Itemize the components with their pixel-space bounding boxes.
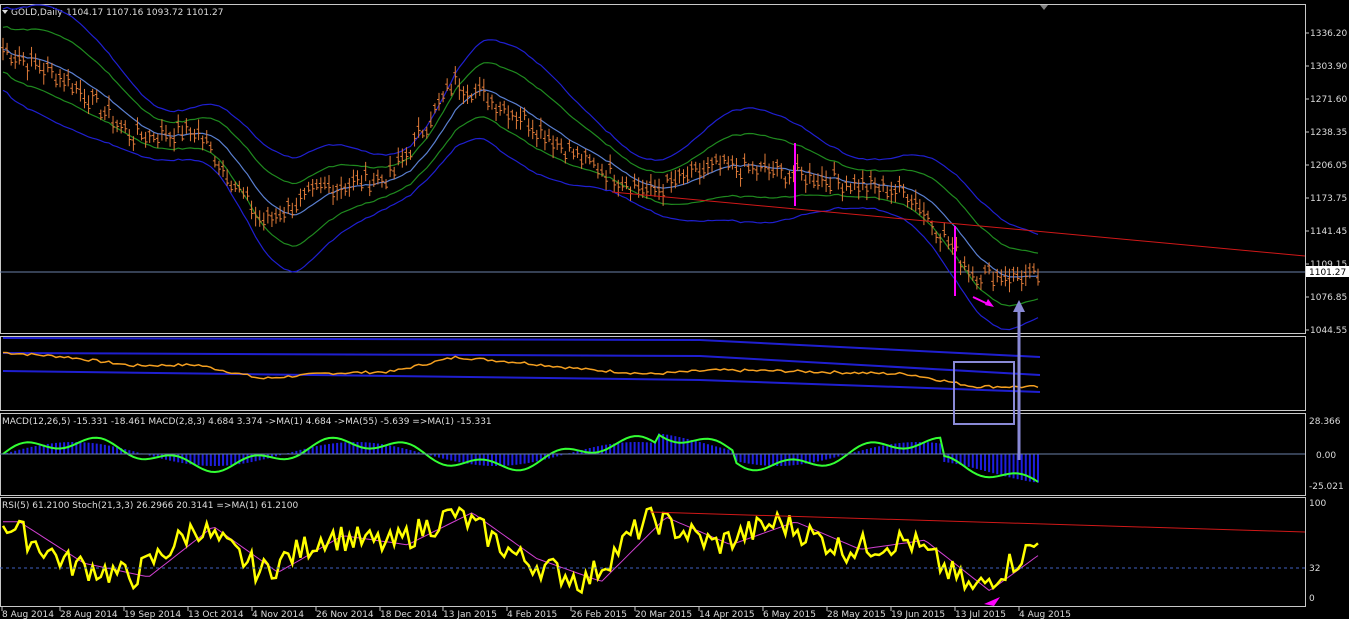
- time-label: 20 Mar 2015: [635, 610, 692, 619]
- trading-chart[interactable]: GOLD,Daily 1104.17 1107.16 1093.72 1101.…: [0, 0, 1349, 619]
- macd-tick-top: 28.366: [1309, 417, 1341, 427]
- price-tick-label: 1044.55: [1310, 326, 1347, 336]
- time-axis: 8 Aug 2014 28 Aug 2014 19 Sep 2014 13 Oct 2…: [1, 607, 1071, 619]
- price-tick-label: 1336.20: [1310, 29, 1347, 39]
- time-label: 4 Aug 2015: [1019, 610, 1071, 619]
- time-label: 14 Apr 2015: [699, 610, 755, 619]
- price-tick-label: 1206.05: [1310, 161, 1347, 171]
- time-label: 18 Dec 2014: [380, 610, 438, 619]
- macd-tick-bottom: -25.021: [1309, 482, 1344, 492]
- rsi-tick-100: 100: [1309, 499, 1326, 509]
- time-label: 4 Nov 2014: [252, 610, 304, 619]
- ohlc-label: 1104.17 1107.16 1093.72 1101.27: [66, 8, 223, 18]
- price-panel[interactable]: [0, 4, 1306, 334]
- time-label: 26 Feb 2015: [571, 610, 627, 619]
- time-label: 13 Jul 2015: [955, 610, 1006, 619]
- price-tick-label: 1173.75: [1310, 194, 1347, 204]
- time-label: 28 May 2015: [827, 610, 886, 619]
- price-tick-label: 1271.60: [1310, 95, 1347, 105]
- time-label: 13 Oct 2014: [188, 610, 244, 619]
- time-label: 28 Aug 2014: [60, 610, 118, 619]
- time-label: 8 Aug 2014: [2, 610, 54, 619]
- price-axis: 1336.20 1303.90 1271.60 1238.35 1206.05 1173.…: [1305, 29, 1347, 336]
- time-label: 19 Sep 2014: [124, 610, 181, 619]
- price-tick-label: 1238.35: [1310, 128, 1347, 138]
- rsi-label: RSI(5) 61.2100 Stoch(21,3,3) 26.2966 20.…: [2, 501, 298, 511]
- price-tick-label: 1076.85: [1310, 293, 1347, 303]
- time-label: 4 Feb 2015: [507, 610, 557, 619]
- price-tick-label: 1141.45: [1310, 227, 1347, 237]
- macd-tick-zero: 0.00: [1316, 451, 1336, 461]
- time-label: 26 Nov 2014: [316, 610, 374, 619]
- rsi-tick-32: 32: [1309, 564, 1320, 574]
- time-label: 19 Jun 2015: [891, 610, 945, 619]
- price-tick-label: 1303.90: [1310, 62, 1347, 72]
- current-price-label: 1101.27: [1309, 268, 1346, 278]
- time-label: 6 May 2015: [763, 610, 816, 619]
- symbol-label: GOLD,Daily: [11, 8, 63, 18]
- macd-label: MACD(12,26,5) -15.331 -18.461 MACD(2,8,3…: [2, 417, 492, 427]
- rsi-tick-0: 0: [1309, 594, 1315, 604]
- time-label: 13 Jan 2015: [443, 610, 497, 619]
